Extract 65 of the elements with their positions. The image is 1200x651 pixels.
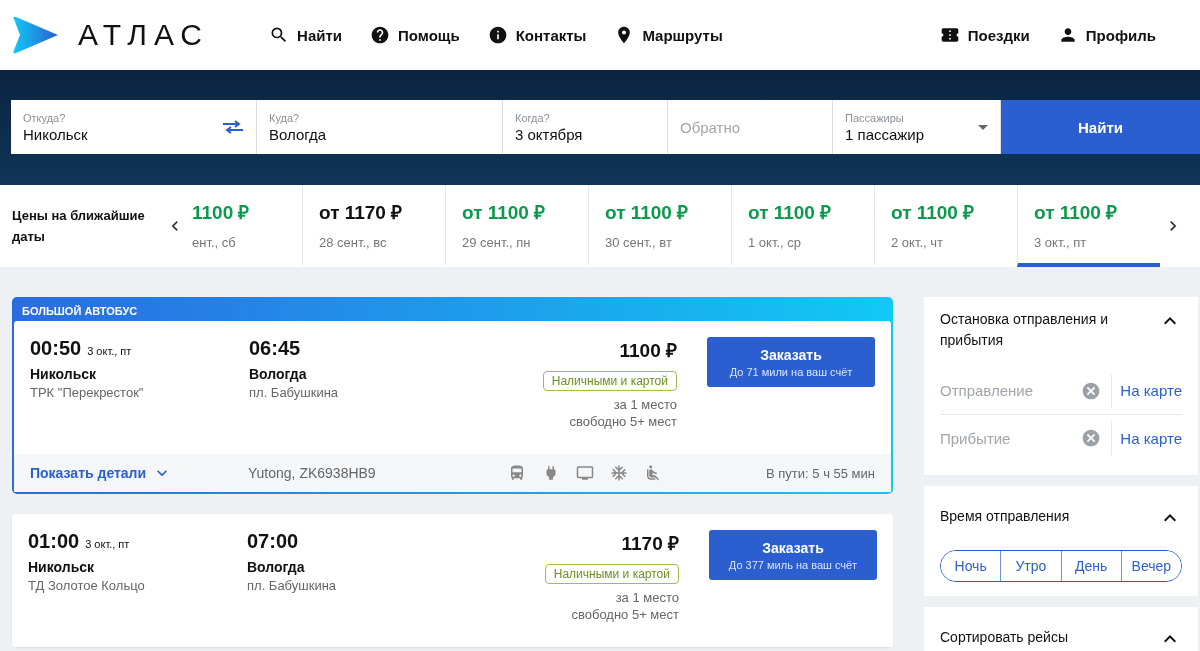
time-option[interactable]: Вечер [1120, 551, 1181, 581]
date-price-tab[interactable]: 1100 ₽ ент., сб [188, 185, 302, 267]
travel-duration: В пути: 5 ч 55 мин [766, 465, 875, 481]
details-link[interactable]: Показать детали [30, 463, 248, 483]
bus-model: Yutong, ZK6938HB9 [248, 465, 377, 481]
departure-date: 3 окт., пт [85, 538, 130, 550]
bus-type-label: БОЛЬШОЙ АВТОБУС [21, 304, 139, 319]
clear-icon[interactable] [1081, 428, 1102, 448]
payment-tag: Наличными и картой [542, 371, 677, 391]
logo-text: АТЛАС [78, 18, 210, 52]
departure-city: Никольск [28, 559, 96, 575]
nav-link[interactable]: Помощь [370, 25, 460, 45]
seats-left: свободно 5+ мест [569, 414, 677, 429]
trip-price: 1170 ₽ [621, 532, 679, 556]
departure-date: 3 окт., пт [87, 345, 132, 357]
snowflake-icon [610, 464, 628, 482]
nav-link[interactable]: Поездки [939, 25, 1030, 45]
price-strip-title: Цены на ближайшие даты [12, 207, 146, 246]
departure-stop: ТРК "Перекресток" [30, 385, 145, 400]
order-button[interactable]: Заказать До 377 миль на ваш счёт [709, 530, 877, 580]
help-icon [370, 25, 390, 45]
map-link[interactable]: На карте [1112, 429, 1182, 447]
departure-time: 01:00 [28, 530, 80, 552]
price-note: за 1 место [615, 590, 679, 605]
tv-icon [576, 464, 594, 482]
seats-left: свободно 5+ мест [571, 607, 679, 622]
filter-title: Время отправления [940, 507, 1071, 526]
nav-link[interactable]: Профиль [1057, 25, 1156, 45]
info-icon [487, 25, 508, 45]
nav-link[interactable]: Найти [269, 25, 342, 45]
search-button[interactable]: Найти [1001, 100, 1200, 154]
clear-icon[interactable] [1081, 380, 1102, 401]
ticket-icon [939, 25, 960, 45]
search-field[interactable]: Откуда? Никольск [11, 100, 257, 154]
date-price-tab[interactable]: от 1170 ₽ 28 сент., вс [302, 185, 445, 267]
payment-tag: Наличными и картой [544, 564, 679, 584]
arrival-stop: пл. Бабушкина [249, 385, 340, 400]
nav-link[interactable]: Контакты [487, 25, 587, 45]
arrival-time: 07:00 [247, 530, 300, 553]
arrival-time: 06:45 [249, 337, 302, 360]
map-link[interactable]: На карте [1112, 382, 1182, 399]
arrival-city: Вологда [249, 366, 308, 382]
date-price-tab[interactable]: от 1100 ₽ 29 сент., пн [445, 185, 588, 267]
dropdown-caret-icon [978, 124, 988, 130]
departure-city: Никольск [30, 366, 98, 382]
seat-icon [644, 464, 662, 482]
date-price-tab[interactable]: от 1100 ₽ 1 окт., ср [731, 185, 874, 267]
departure-time: 00:50 [30, 337, 82, 359]
date-price-tab[interactable]: от 1100 ₽ 3 окт., пт [1017, 185, 1160, 267]
order-button[interactable]: Заказать До 71 мили на ваш счёт [707, 337, 875, 387]
price-note: за 1 место [613, 397, 677, 412]
nav-link[interactable]: Маршруты [614, 25, 723, 45]
arrival-city: Вологда [247, 559, 306, 575]
search-field[interactable]: Пассажиры 1 пассажир [833, 100, 1001, 154]
filter-title: Сортировать рейсы [940, 628, 1069, 647]
bus-icon [508, 464, 526, 482]
date-price-tab[interactable]: от 1100 ₽ 30 сент., вт [588, 185, 731, 267]
swap-icon[interactable] [222, 120, 244, 134]
filter-title: Остановка отправления и прибытия [940, 310, 1109, 350]
arrival-stop: пл. Бабушкина [247, 578, 338, 593]
search-field[interactable]: Куда? Вологда [257, 100, 503, 154]
departure-stop: ТД Золотое Кольцо [28, 578, 146, 593]
trip-price: 1100 ₽ [619, 339, 677, 363]
search-field[interactable]: Когда? 3 октября [503, 100, 668, 154]
date-price-tab[interactable]: от 1100 ₽ 2 окт., чт [874, 185, 1017, 267]
